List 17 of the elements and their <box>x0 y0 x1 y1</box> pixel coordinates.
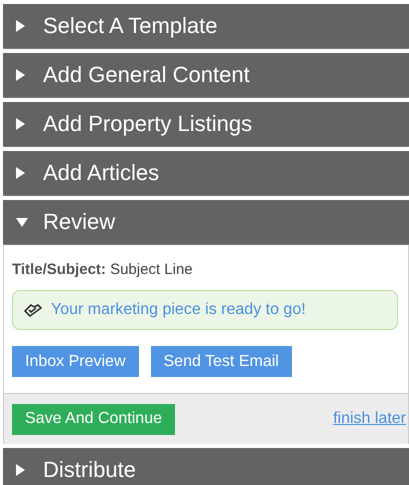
caret-right-icon <box>16 20 25 32</box>
section-header[interactable]: Review <box>3 200 409 245</box>
caret-right-icon <box>16 464 25 476</box>
section-header[interactable]: Add Property Listings <box>3 102 409 147</box>
caret-right-icon <box>16 118 25 130</box>
alert-text: Your marketing piece is ready to go! <box>51 301 306 319</box>
action-button[interactable]: Inbox Preview <box>12 346 138 377</box>
section-header[interactable]: Add General Content <box>3 53 409 98</box>
caret-right-icon <box>16 167 25 179</box>
section-header[interactable]: Distribute <box>3 448 409 485</box>
section-header[interactable]: Add Articles <box>3 151 409 196</box>
section-header[interactable]: Select A Template <box>3 4 409 49</box>
caret-right-icon <box>16 69 25 81</box>
check-badge-icon <box>23 302 43 318</box>
action-button[interactable]: Send Test Email <box>150 346 292 377</box>
caret-down-icon <box>16 218 28 226</box>
subject-line-text: Title/Subject: Subject Line <box>12 261 194 278</box>
